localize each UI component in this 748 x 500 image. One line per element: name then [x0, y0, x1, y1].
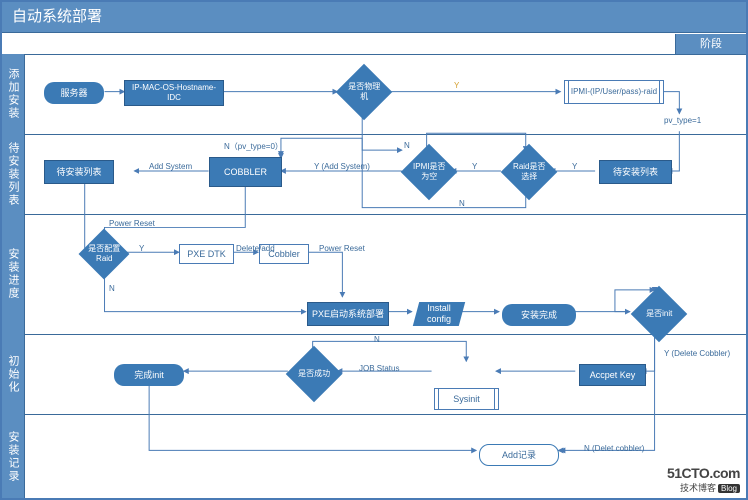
phase-header: 阶段 [675, 34, 746, 55]
label: Install config [418, 303, 460, 325]
edge-n: N [459, 199, 465, 208]
node-pending-b: 待安装列表 [599, 160, 672, 184]
phase-top-gap [2, 34, 676, 55]
node-pxe-deploy: PXE启动系统部署 [307, 302, 389, 326]
lane-label-2: 待安装列表 [2, 134, 25, 214]
node-raid-select: Raid是否选择 [501, 144, 558, 201]
node-finish-init: 完成init [114, 364, 184, 386]
node-add-record: Add记录 [479, 444, 559, 466]
label: 是否配置Raid [88, 244, 120, 263]
node-accept-key: Accpet Key [579, 364, 646, 386]
node-cobbler: COBBLER [209, 157, 282, 187]
edge-power-reset: Power Reset [109, 219, 155, 228]
node-install-config: Install config [413, 302, 465, 326]
edge-y: Y [454, 81, 459, 90]
label: 是否成功 [298, 369, 330, 379]
edge-y-del-cob: Y (Delete Cobbler) [664, 349, 730, 358]
edge-y: Y [139, 244, 144, 253]
node-server: 服务器 [44, 82, 104, 104]
edge-pv1: pv_type=1 [664, 116, 701, 125]
node-sysinit: Sysinit [434, 388, 499, 410]
edge-y: Y [472, 162, 477, 171]
label: 是否init [646, 309, 672, 319]
node-ipmi-empty: IPMI是否为空 [401, 144, 458, 201]
lane-label-3: 安装进度 [2, 214, 25, 334]
edge-n: N [404, 141, 410, 150]
node-is-physical: 是否物理机 [336, 64, 393, 121]
edge-y-addsys: Y (Add System) [314, 162, 370, 171]
canvas: 服务器 IP-MAC-OS-Hostname-IDC 是否物理机 IPMI-(I… [24, 54, 746, 498]
label: IPMI是否为空 [411, 162, 447, 181]
node-pending-a: 待安装列表 [44, 160, 114, 184]
label: Raid是否选择 [511, 162, 547, 181]
node-is-init: 是否init [631, 286, 688, 343]
edge-n: N [374, 335, 380, 344]
label: 是否物理机 [346, 82, 382, 101]
edge-y: Y [572, 162, 577, 171]
diagram-frame: 自动系统部署 阶段 添加安装 待安装列表 安装进度 初始化 安装记录 [0, 0, 748, 500]
node-install-done: 安装完成 [502, 304, 576, 326]
watermark-sub: 技术博客Blog [667, 481, 740, 494]
edge-job-status: JOB Status [359, 364, 399, 373]
node-ipmac: IP-MAC-OS-Hostname-IDC [124, 80, 224, 106]
edge-pv0: N（pv_type=0） [224, 141, 283, 152]
lane-label-4: 初始化 [2, 334, 25, 414]
node-is-raid-cfg: 是否配置Raid [79, 229, 130, 280]
flow-arrows [24, 54, 746, 498]
edge-n-del-cob: N (Delet cobbler) [584, 444, 644, 453]
edge-del-add: Delete/add [236, 244, 275, 253]
edge-power-reset: Power Reset [319, 244, 365, 253]
edge-addsys: Add System [149, 162, 192, 171]
lane-label-5: 安装记录 [2, 414, 25, 500]
node-is-success: 是否成功 [286, 346, 343, 403]
node-ipmi-input: IPMI-(IP/User/pass)-raid [564, 80, 664, 104]
watermark: 51CTO.com 技术博客Blog [667, 465, 740, 494]
edge-n: N [109, 284, 115, 293]
diagram-title: 自动系统部署 [2, 2, 746, 33]
node-pxe-dtk: PXE DTK [179, 244, 234, 264]
lane-label-1: 添加安装 [2, 54, 25, 134]
watermark-site: 51CTO.com [667, 465, 740, 481]
